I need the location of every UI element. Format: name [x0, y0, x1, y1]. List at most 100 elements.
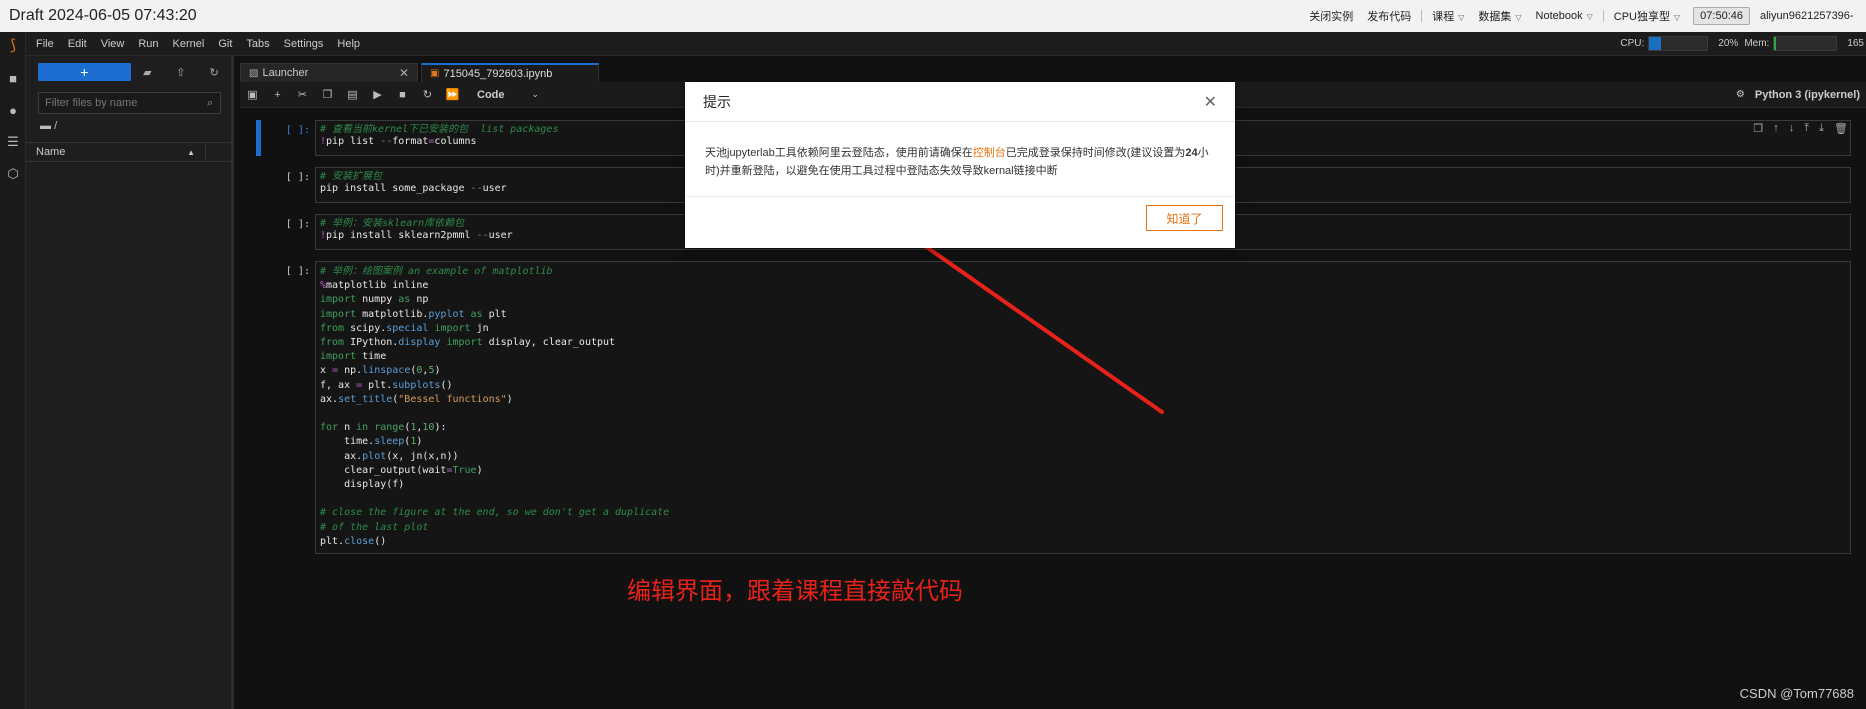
chevron-down-icon: ▽ — [1674, 13, 1681, 22]
cell-prompt: [ ]: — [285, 266, 310, 277]
course-dropdown[interactable]: 课程 ▽ — [1425, 8, 1471, 24]
menu-run[interactable]: Run — [131, 38, 165, 50]
mem-label: Mem: — [1744, 38, 1770, 49]
insert-above-icon[interactable]: ⤒ — [1804, 122, 1809, 135]
system-top-bar: Draft 2024-06-05 07:43:20 关闭实例 发布代码 课程 ▽ … — [0, 0, 1866, 32]
close-icon[interactable]: ✕ — [399, 66, 409, 80]
chevron-down-icon: ▽ — [1458, 13, 1465, 22]
cpu-usage-fill — [1649, 37, 1661, 50]
folder-icon[interactable]: ▬ — [40, 120, 51, 132]
mem-usage-fill — [1774, 37, 1777, 50]
dataset-label: 数据集 — [1478, 11, 1512, 23]
cpu-type-dropdown[interactable]: CPU独享型 ▽ — [1607, 8, 1687, 24]
cell-editor[interactable]: # 举例：绘图案例 an example of matplotlib %matp… — [315, 261, 1851, 554]
draft-title: Draft 2024-06-05 07:43:20 — [9, 7, 197, 24]
insert-below-icon[interactable]: ⤓ — [1819, 122, 1824, 135]
chevron-down-icon: ▽ — [1515, 13, 1522, 22]
breadcrumb: ▬ / — [26, 114, 231, 136]
dialog-body: 天池jupyterlab工具依赖阿里云登陆态，使用前请确保在控制台已完成登录保持… — [685, 122, 1235, 197]
delete-icon[interactable]: 🗑 — [1834, 122, 1848, 135]
move-up-icon[interactable]: ↑ — [1773, 122, 1779, 135]
cell-prompt: [ ]: — [285, 219, 310, 230]
divider — [1421, 10, 1423, 22]
tab-launcher[interactable]: ▧ Launcher ✕ — [240, 63, 418, 82]
mem-usage-bar — [1773, 36, 1838, 51]
file-browser-panel: + ▰ ⇧ ↻ ⌕ ▬ / Name ▲ — [26, 56, 234, 709]
publish-code-link[interactable]: 发布代码 — [1360, 8, 1418, 24]
menu-kernel[interactable]: Kernel — [166, 38, 212, 50]
close-instance-link[interactable]: 关闭实例 — [1302, 8, 1360, 24]
menu-view[interactable]: View — [94, 38, 132, 50]
dialog-text: 天池jupyterlab工具依赖阿里云登陆态，使用前请确保在 — [705, 147, 973, 159]
notebook-icon: ▣ — [430, 68, 440, 79]
table-of-contents-icon[interactable]: ☰ — [0, 132, 26, 152]
extension-icon[interactable]: ⬡ — [0, 164, 26, 184]
dialog-footer: 知道了 — [685, 197, 1235, 231]
notebook-dropdown[interactable]: Notebook ▽ — [1529, 10, 1600, 22]
cell-type-select[interactable]: Code ⌄ — [477, 89, 539, 101]
resource-usage: CPU: 20% Mem: 165 — [1620, 36, 1866, 51]
cpu-label: CPU: — [1620, 38, 1645, 49]
chevron-down-icon: ▽ — [1586, 12, 1593, 21]
add-cell-icon[interactable]: + — [265, 89, 290, 101]
duplicate-icon[interactable]: ❐ — [1753, 122, 1763, 135]
activity-bar: ⟆ ■ ● ☰ ⬡ — [0, 32, 26, 709]
divider — [1602, 10, 1604, 22]
menu-git[interactable]: Git — [211, 38, 239, 50]
save-icon[interactable]: ▣ — [240, 88, 265, 101]
copy-icon[interactable]: ❐ — [315, 88, 340, 101]
menu-settings[interactable]: Settings — [277, 38, 331, 50]
run-icon[interactable]: ▶ — [365, 88, 390, 101]
user-account[interactable]: aliyun9621257396- — [1756, 10, 1866, 22]
cpu-percent: 20% — [1718, 38, 1739, 49]
watermark: CSDN @Tom77688 — [1739, 686, 1854, 701]
search-icon[interactable]: ⌕ — [200, 97, 220, 110]
stop-icon[interactable]: ■ — [390, 89, 415, 101]
notebook-label: Notebook — [1535, 10, 1583, 22]
acknowledge-button[interactable]: 知道了 — [1146, 205, 1223, 231]
mem-value: 165 — [1847, 38, 1864, 49]
file-filter-input[interactable] — [39, 97, 201, 109]
move-down-icon[interactable]: ↓ — [1789, 122, 1795, 135]
menu-help[interactable]: Help — [330, 38, 367, 50]
refresh-icon[interactable]: ↻ — [198, 66, 231, 79]
tab-notebook[interactable]: ▣ 715045_792603.ipynb — [421, 63, 599, 82]
dialog-title: 提示 — [703, 93, 731, 110]
fast-forward-icon[interactable]: ⏩ — [440, 88, 465, 101]
folder-icon[interactable]: ■ — [0, 68, 26, 88]
menu-edit[interactable]: Edit — [61, 38, 94, 50]
dialog-text-bold: 24 — [1185, 147, 1198, 159]
close-icon[interactable]: ✕ — [1204, 92, 1217, 112]
new-folder-icon[interactable]: ▰ — [131, 66, 164, 79]
new-launcher-button[interactable]: + — [38, 63, 131, 81]
file-list-header: Name ▲ — [26, 142, 231, 162]
tab-label: 715045_792603.ipynb — [443, 67, 553, 80]
kernel-status[interactable]: ⚙ Python 3 (ipykernel) — [1736, 89, 1866, 101]
document-tab-bar: ▧ Launcher ✕ ▣ 715045_792603.ipynb — [240, 62, 1866, 82]
breadcrumb-root[interactable]: / — [54, 120, 57, 132]
cpu-type-label: CPU独享型 — [1613, 11, 1671, 23]
cpu-usage-bar — [1648, 36, 1709, 51]
menu-file[interactable]: File — [26, 38, 61, 50]
cell-type-value: Code — [477, 88, 505, 101]
console-link[interactable]: 控制台 — [973, 147, 1006, 159]
paste-icon[interactable]: ▤ — [340, 88, 365, 101]
dataset-dropdown[interactable]: 数据集 ▽ — [1471, 8, 1528, 24]
cut-icon[interactable]: ✂ — [290, 88, 315, 101]
upload-icon[interactable]: ⇧ — [164, 66, 197, 79]
tab-label: Launcher — [262, 67, 309, 79]
kernel-name: Python 3 (ipykernel) — [1754, 88, 1860, 101]
menu-tabs[interactable]: Tabs — [239, 38, 276, 50]
name-column-header[interactable]: Name ▲ — [26, 143, 206, 161]
session-clock: 07:50:46 — [1693, 7, 1750, 25]
name-column-label: Name — [36, 146, 66, 158]
restart-icon[interactable]: ↻ — [415, 88, 440, 101]
running-kernels-icon[interactable]: ● — [0, 100, 26, 120]
annotation-caption: 编辑界面，跟着课程直接敲代码 — [627, 577, 963, 605]
cell-toolbar: ❐ ↑ ↓ ⤒ ⤓ 🗑 — [1753, 122, 1848, 135]
cell-prompt: [ ]: — [285, 125, 310, 136]
notice-dialog: 提示 ✕ 天池jupyterlab工具依赖阿里云登陆态，使用前请确保在控制台已完… — [685, 82, 1235, 248]
code-cell[interactable]: [ ]: # 举例：绘图案例 an example of matplotlib … — [240, 261, 1866, 554]
launcher-icon: ▧ — [249, 67, 259, 79]
file-filter-box: ⌕ — [38, 92, 221, 114]
